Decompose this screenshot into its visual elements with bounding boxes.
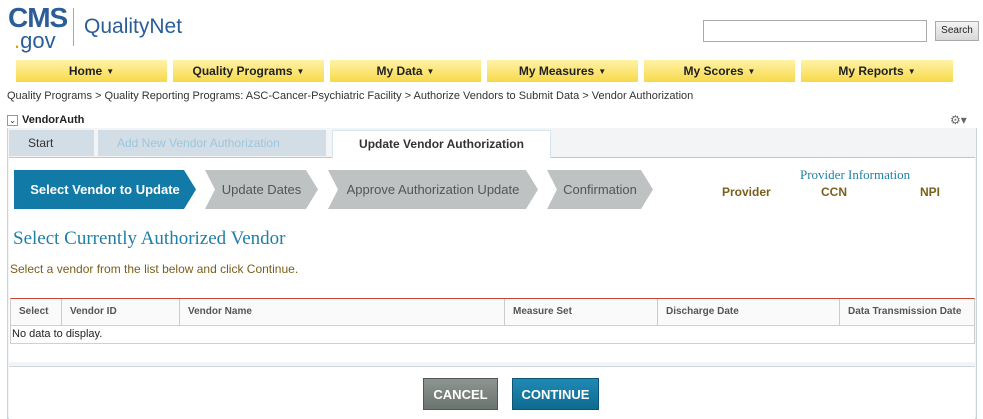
provider-label: Provider xyxy=(722,185,771,199)
step-approve-authorization-update[interactable]: Approve Authorization Update xyxy=(328,170,538,209)
step-select-vendor[interactable]: Select Vendor to Update xyxy=(14,170,196,209)
column-header-measure-set[interactable]: Measure Set xyxy=(505,299,658,325)
site-header: CMS .gov QualityNet Search xyxy=(0,0,983,58)
cancel-button[interactable]: CANCEL xyxy=(423,378,498,410)
tab-start[interactable]: Start xyxy=(9,130,94,156)
step-label: Confirmation xyxy=(563,182,637,197)
breadcrumb[interactable]: Quality Programs > Quality Reporting Pro… xyxy=(7,90,693,102)
logo-divider xyxy=(73,8,74,46)
caret-down-icon: ▼ xyxy=(907,67,916,76)
provider-information-title: Provider Information xyxy=(800,167,911,182)
nav-my-reports-label: My Reports xyxy=(838,64,904,78)
logo-gov-word: gov xyxy=(20,28,56,53)
nav-my-scores-label: My Scores xyxy=(683,64,744,78)
column-header-discharge-date[interactable]: Discharge Date xyxy=(658,299,840,325)
qualitynet-logo[interactable]: QualityNet xyxy=(84,15,182,39)
caret-down-icon: ▼ xyxy=(598,67,607,76)
caret-down-icon: ▼ xyxy=(426,67,435,76)
column-header-vendor-id[interactable]: Vendor ID xyxy=(62,299,180,325)
step-confirmation[interactable]: Confirmation xyxy=(547,170,653,209)
search-input[interactable] xyxy=(703,20,927,42)
cms-gov-logo[interactable]: CMS .gov xyxy=(6,3,70,55)
table-header: Select Vendor ID Vendor Name Measure Set… xyxy=(11,299,974,326)
nav-my-measures-label: My Measures xyxy=(518,64,595,78)
caret-down-icon: ▼ xyxy=(296,67,305,76)
continue-button[interactable]: CONTINUE xyxy=(512,378,599,410)
portlet-title: VendorAuth xyxy=(22,114,85,126)
column-header-data-transmission-date[interactable]: Data Transmission Date xyxy=(840,299,974,325)
search-button[interactable]: Search xyxy=(935,21,979,41)
nav-my-data-label: My Data xyxy=(376,64,423,78)
step-label: Select Vendor to Update xyxy=(30,182,180,197)
chevron-down-icon[interactable]: ⌄ xyxy=(7,115,18,126)
gear-icon[interactable]: ⚙▾ xyxy=(950,113,967,127)
step-update-dates[interactable]: Update Dates xyxy=(205,170,318,209)
nav-my-scores[interactable]: My Scores ▼ xyxy=(644,60,795,82)
nav-my-measures[interactable]: My Measures ▼ xyxy=(487,60,638,82)
ccn-label: CCN xyxy=(821,185,847,199)
nav-quality-programs-label: Quality Programs xyxy=(192,64,293,78)
logo-gov-text: .gov xyxy=(14,29,56,53)
tab-update-vendor-authorization[interactable]: Update Vendor Authorization xyxy=(332,130,551,158)
vendor-table: Select Vendor ID Vendor Name Measure Set… xyxy=(10,298,975,344)
npi-label: NPI xyxy=(920,185,941,199)
nav-home[interactable]: Home ▼ xyxy=(16,60,167,82)
step-label: Update Dates xyxy=(221,182,302,197)
table-bottom-border xyxy=(10,343,975,344)
step-label: Approve Authorization Update xyxy=(346,182,520,197)
column-header-vendor-name[interactable]: Vendor Name xyxy=(180,299,505,325)
empty-table-message: No data to display. xyxy=(12,328,103,340)
caret-down-icon: ▼ xyxy=(747,67,756,76)
nav-quality-programs[interactable]: Quality Programs ▼ xyxy=(173,60,324,82)
instructions-text: Select a vendor from the list below and … xyxy=(10,262,299,276)
nav-my-reports[interactable]: My Reports ▼ xyxy=(801,60,953,82)
section-title: Select Currently Authorized Vendor xyxy=(13,228,286,249)
tab-add-new-vendor-authorization[interactable]: Add New Vendor Authorization xyxy=(98,130,326,156)
nav-my-data[interactable]: My Data ▼ xyxy=(330,60,481,82)
caret-down-icon: ▼ xyxy=(106,67,115,76)
column-header-select[interactable]: Select xyxy=(11,299,62,325)
nav-home-label: Home xyxy=(68,64,103,78)
